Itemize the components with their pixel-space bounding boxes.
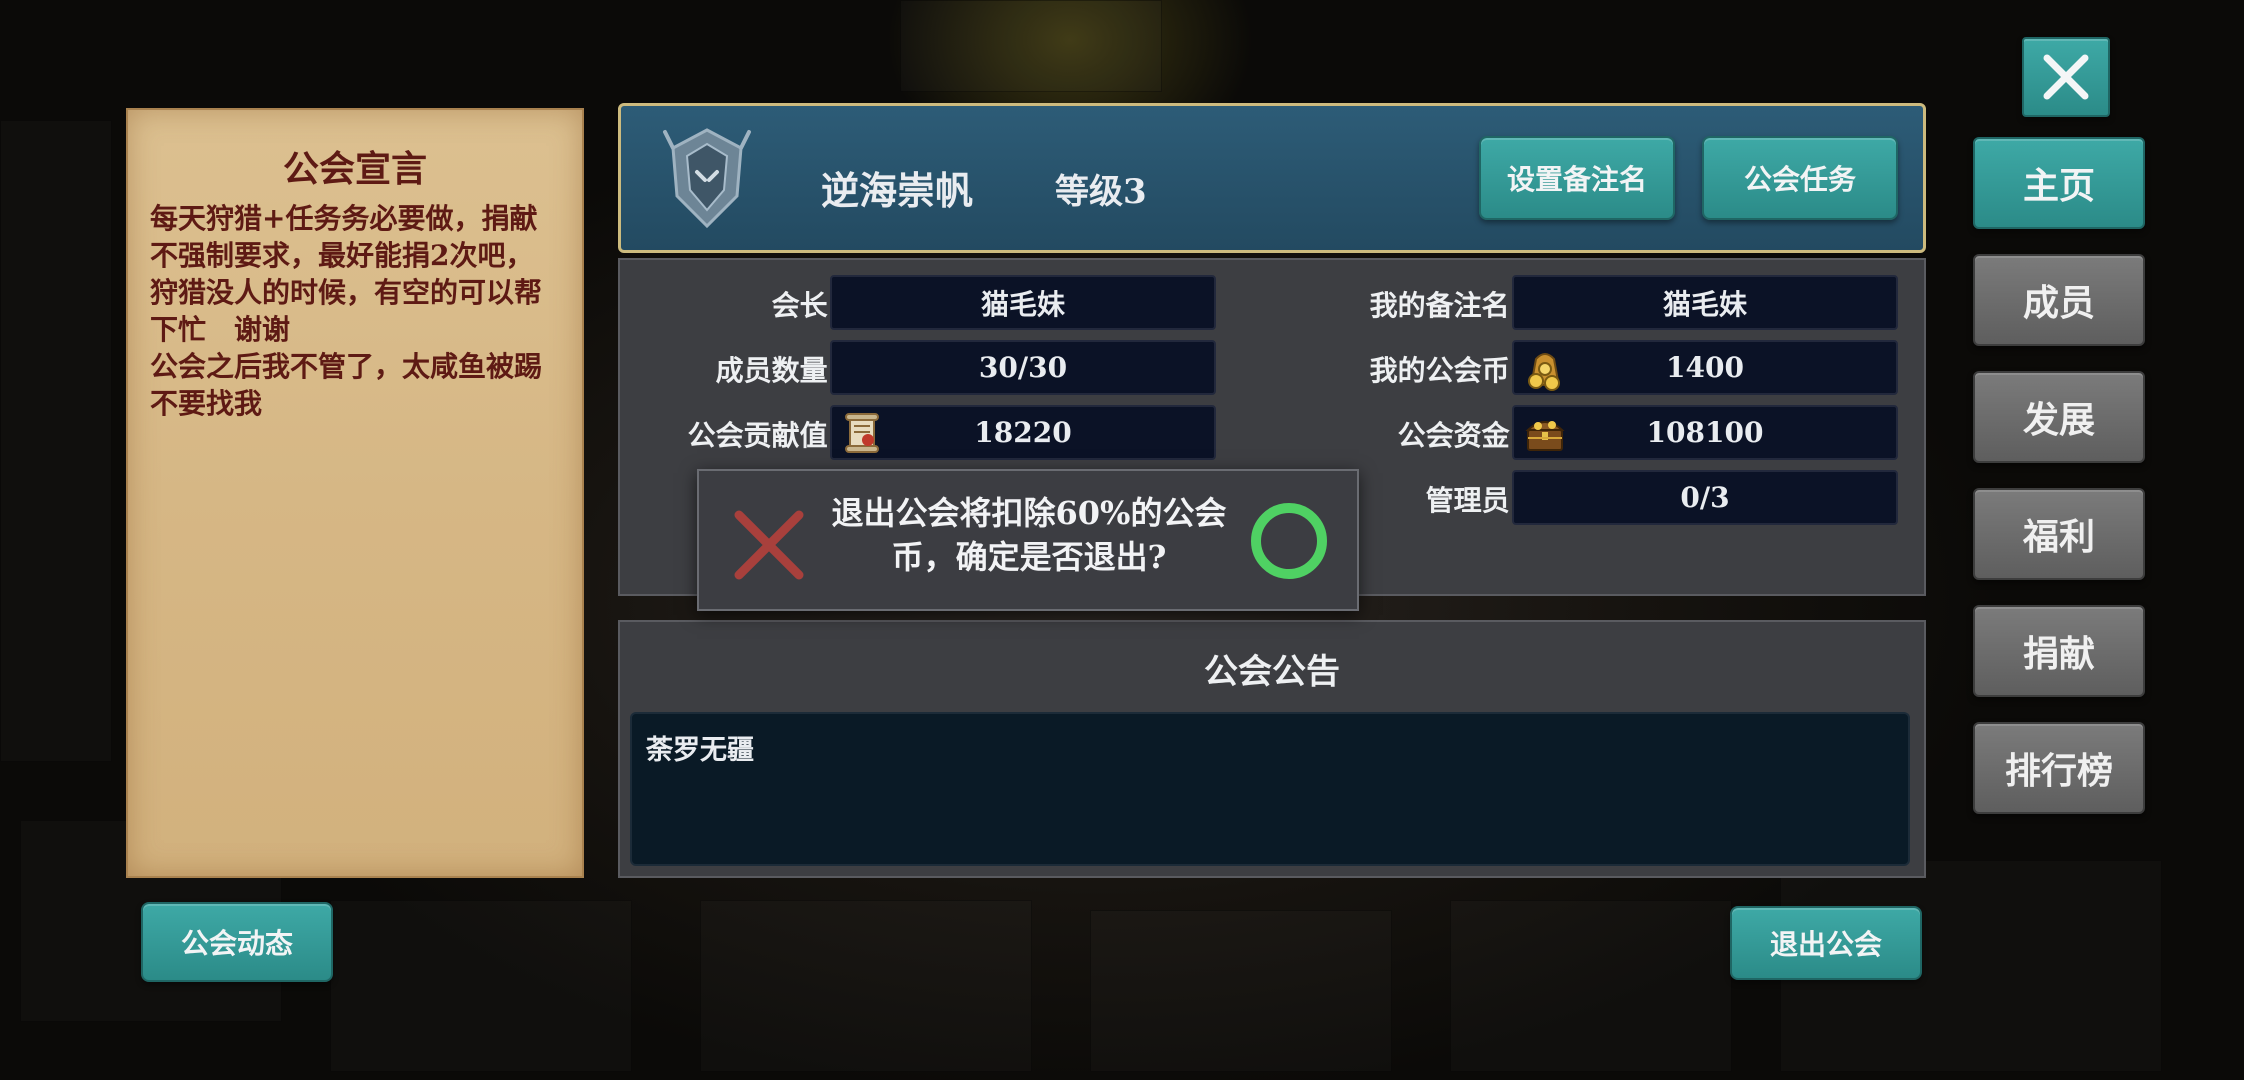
close-button[interactable] (2022, 37, 2110, 117)
set-note-button[interactable]: 设置备注名 (1479, 136, 1675, 220)
admins-value: 0/3 (1512, 470, 1898, 525)
floor-tile (1090, 910, 1392, 1072)
my-note-label: 我的备注名: (1369, 289, 1520, 322)
contribution-value-box: 18220 (830, 405, 1216, 460)
floor-tile (1450, 900, 1732, 1072)
sidebar-item-home[interactable]: 主页 (1973, 137, 2145, 229)
my-coins-value-box: 1400 (1512, 340, 1898, 395)
floor-tile (900, 0, 1162, 92)
guild-name: 逆海崇帆 (821, 168, 974, 213)
sidebar-item-donate[interactable]: 捐献 (1973, 605, 2145, 697)
leader-value: 猫毛妹 (830, 275, 1216, 330)
leader-label: 会长: (771, 289, 838, 322)
my-note-value: 猫毛妹 (1512, 275, 1898, 330)
funds-value: 108100 (1646, 416, 1764, 449)
sidebar-item-ranking[interactable]: 排行榜 (1973, 722, 2145, 814)
guild-notice-panel: 公会公告 荼罗无疆 (618, 620, 1926, 878)
contribution-label: 公会贡献值: (687, 419, 838, 452)
contribution-value: 18220 (974, 416, 1072, 449)
guild-header: 逆海崇帆 等级3 设置备注名 公会任务 (618, 103, 1926, 253)
sidebar-item-members[interactable]: 成员 (1973, 254, 2145, 346)
notice-text: 荼罗无疆 (646, 735, 754, 766)
manifesto-title: 公会宣言 (282, 148, 427, 190)
treasure-chest-icon (1525, 421, 1565, 451)
leave-guild-confirm-dialog: 退出公会将扣除60%的公会币，确定是否退出? (697, 469, 1359, 611)
floor-tile (330, 900, 632, 1072)
my-coins-label: 我的公会币: (1369, 354, 1520, 387)
leave-guild-button[interactable]: 退出公会 (1730, 906, 1922, 980)
guild-level: 等级3 (1055, 172, 1147, 212)
red-x-icon[interactable] (729, 505, 809, 585)
dialog-message: 退出公会将扣除60%的公会币，确定是否退出? (831, 494, 1227, 576)
funds-value-box: 108100 (1512, 405, 1898, 460)
sidebar-item-welfare[interactable]: 福利 (1973, 488, 2145, 580)
guild-manifesto-panel: 公会宣言 每天狩猎+任务务必要做，捐献 不强制要求，最好能捐2次吧， 狩猎没人的… (128, 110, 582, 876)
notice-content-box: 荼罗无疆 (630, 712, 1910, 866)
guild-emblem-icon (663, 128, 751, 229)
members-value: 30/30 (830, 340, 1216, 395)
my-coins-value: 1400 (1666, 351, 1744, 384)
scroll-icon (845, 413, 879, 453)
close-icon (2043, 54, 2089, 100)
manifesto-text: 每天狩猎+任务务必要做，捐献 不强制要求，最好能捐2次吧， 狩猎没人的时候，有空… (150, 202, 543, 420)
guild-news-button[interactable]: 公会动态 (141, 902, 333, 982)
sidebar-item-development[interactable]: 发展 (1973, 371, 2145, 463)
notice-title: 公会公告 (1204, 652, 1340, 692)
coin-bag-icon (1528, 353, 1560, 391)
guild-task-button[interactable]: 公会任务 (1702, 136, 1898, 220)
green-circle-icon[interactable] (1247, 499, 1331, 583)
funds-label: 公会资金: (1397, 419, 1520, 452)
members-label: 成员数量: (715, 354, 838, 387)
floor-tile (0, 120, 112, 762)
floor-tile (700, 900, 1032, 1072)
